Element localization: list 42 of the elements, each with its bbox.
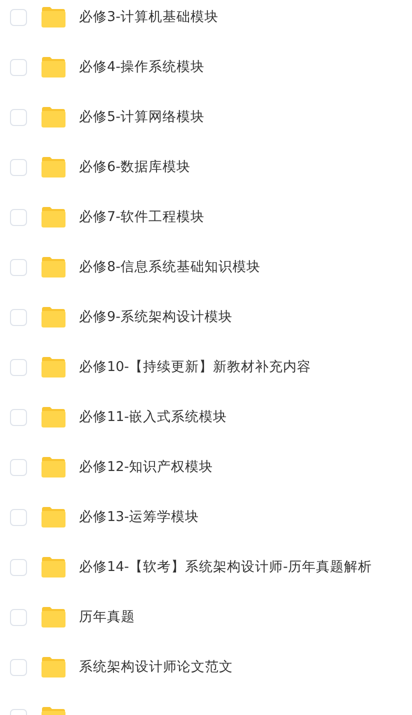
- folder-icon: [41, 56, 66, 78]
- folder-icon: [41, 556, 66, 578]
- folder-name[interactable]: 必修6-数据库模块: [79, 158, 190, 176]
- checkbox[interactable]: [10, 58, 27, 76]
- folder-icon: [41, 406, 66, 428]
- folder-icon: [41, 206, 66, 228]
- folder-name[interactable]: 必修8-信息系统基础知识模块: [79, 258, 260, 276]
- folder-icon: [41, 6, 66, 28]
- folder-icon: [41, 156, 66, 178]
- checkbox[interactable]: [10, 8, 27, 26]
- checkbox[interactable]: [10, 508, 27, 526]
- folder-icon: [41, 356, 66, 378]
- folder-name[interactable]: 历年真题: [79, 608, 135, 626]
- checkbox[interactable]: [10, 258, 27, 276]
- folder-icon: [41, 306, 66, 328]
- folder-name[interactable]: 必修9-系统架构设计模块: [79, 308, 232, 326]
- folder-name[interactable]: 必修10-【持续更新】新教材补充内容: [79, 358, 312, 376]
- folder-icon: [41, 656, 66, 678]
- checkbox[interactable]: [10, 108, 27, 126]
- folder-name[interactable]: 必修11-嵌入式系统模块: [79, 408, 228, 426]
- folder-name[interactable]: 必修7-软件工程模块: [79, 208, 204, 226]
- checkbox[interactable]: [10, 208, 27, 226]
- checkbox[interactable]: [10, 158, 27, 176]
- folder-name[interactable]: 必修4-操作系统模块: [79, 58, 204, 76]
- checkbox[interactable]: [10, 358, 27, 376]
- folder-icon: [41, 456, 66, 478]
- folder-name[interactable]: 系统架构设计师论文范文: [79, 658, 233, 676]
- checkbox[interactable]: [10, 558, 27, 576]
- folder-icon: [41, 106, 66, 128]
- folder-name[interactable]: 必修13-运筹学模块: [79, 508, 200, 526]
- checkbox[interactable]: [10, 308, 27, 326]
- folder-icon: [41, 506, 66, 528]
- checkbox[interactable]: [10, 458, 27, 476]
- folder-icon: [41, 256, 66, 278]
- checkbox[interactable]: [10, 658, 27, 676]
- checkbox[interactable]: [10, 608, 27, 626]
- checkbox[interactable]: [10, 408, 27, 426]
- folder-name[interactable]: 必修14-【软考】系统架构设计师-历年真题解析: [79, 558, 372, 576]
- folder-name[interactable]: 必修3-计算机基础模块: [79, 8, 218, 26]
- folder-icon: [41, 606, 66, 628]
- folder-name[interactable]: 必修5-计算网络模块: [79, 108, 204, 126]
- folder-name[interactable]: 必修12-知识产权模块: [79, 458, 214, 476]
